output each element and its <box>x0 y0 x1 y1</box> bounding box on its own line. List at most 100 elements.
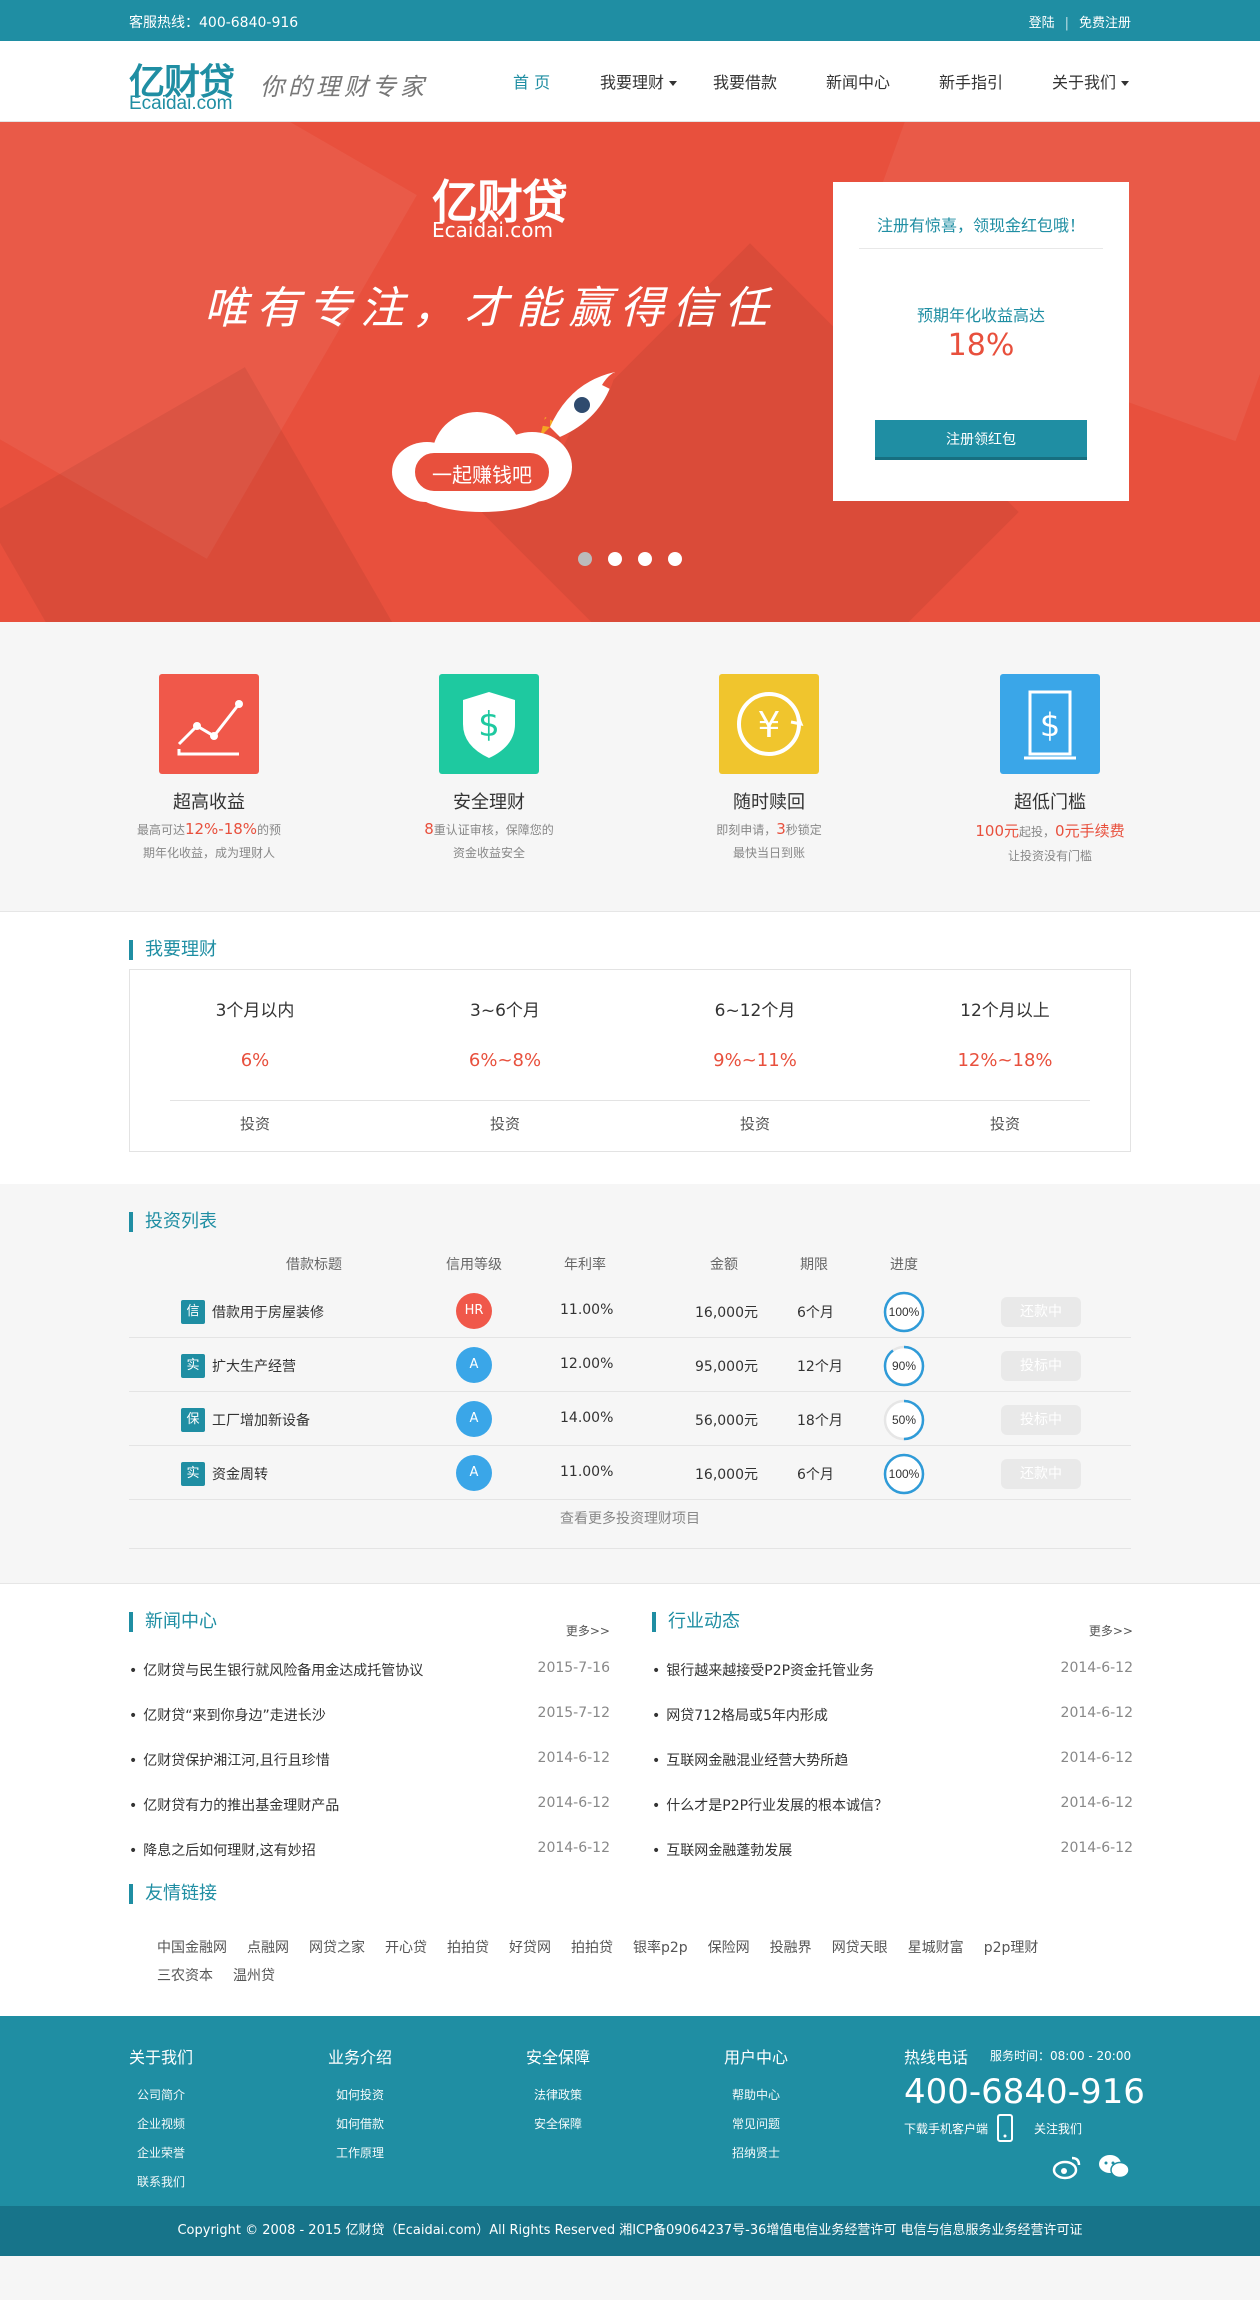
weibo-icon[interactable] <box>1052 2154 1082 2180</box>
invest-link[interactable]: 投资 <box>880 1113 1130 1134</box>
footer-link[interactable]: 如何借款 <box>328 2115 392 2132</box>
more-link[interactable]: 更多>> <box>566 1622 610 1639</box>
feature-desc-2: 最快当日到账 <box>732 846 805 860</box>
carousel-dot[interactable] <box>668 552 682 566</box>
table-row[interactable]: 信借款用于房屋装修 HR 11.00% 16,000元 6个月 100% 还款中 <box>129 1284 1131 1338</box>
loan-title[interactable]: 借款用于房屋装修 <box>212 1302 324 1322</box>
news-item[interactable]: • 什么才是P2P行业发展的根本诚信？ 2014-6-12 <box>652 1795 1133 1815</box>
footer-link[interactable]: 法律政策 <box>526 2086 590 2103</box>
news-item[interactable]: • 亿财贷“来到你身边”走进长沙 2015-7-12 <box>129 1705 610 1725</box>
footer-link[interactable]: 常见问题 <box>724 2115 788 2132</box>
table-row[interactable]: 保工厂增加新设备 A 14.00% 56,000元 18个月 50% 投标中 <box>129 1392 1131 1446</box>
news-title[interactable]: 网贷712格局或5年内形成 <box>666 1708 828 1724</box>
footer-link[interactable]: 安全保障 <box>526 2115 590 2132</box>
friend-link[interactable]: 拍拍贷 <box>571 1934 613 1962</box>
carousel-dot[interactable] <box>638 552 652 566</box>
footer-link[interactable]: 工作原理 <box>328 2144 392 2161</box>
loan-status-button[interactable]: 还款中 <box>1001 1459 1081 1489</box>
col-header-rate: 年利率 <box>564 1257 606 1273</box>
news-title[interactable]: 亿财贷“来到你身边”走进长沙 <box>143 1708 326 1724</box>
loan-rate: 14.00% <box>560 1410 614 1426</box>
loan-type-badge: 信 <box>181 1300 205 1324</box>
loan-title[interactable]: 扩大生产经营 <box>212 1356 296 1376</box>
product-rate: 9%~11% <box>713 1050 797 1071</box>
app-download-link[interactable]: 下载手机客户端 <box>904 2120 988 2137</box>
earn-money-button[interactable]: 一起赚钱吧 <box>412 450 552 494</box>
footer-link[interactable]: 联系我们 <box>129 2173 193 2190</box>
news-title[interactable]: 互联网金融蓬勃发展 <box>666 1843 792 1859</box>
yen-coin-icon: ¥ <box>719 674 819 774</box>
loan-amount: 16,000元 <box>695 1305 758 1321</box>
table-row[interactable]: 实扩大生产经营 A 12.00% 95,000元 12个月 90% 投标中 <box>129 1338 1131 1392</box>
invest-link[interactable]: 投资 <box>380 1113 630 1134</box>
loan-amount: 95,000元 <box>695 1359 758 1375</box>
friend-link[interactable]: 星城财富 <box>908 1934 964 1962</box>
friend-link[interactable]: 网贷天眼 <box>832 1934 888 1962</box>
loan-title[interactable]: 资金周转 <box>212 1464 268 1484</box>
nav-guide[interactable]: 新手指引 <box>939 69 1003 93</box>
nav-about[interactable]: 关于我们 <box>1052 69 1130 93</box>
footer-link[interactable]: 公司简介 <box>129 2086 193 2103</box>
register-bonus-button[interactable]: 注册领红包 <box>875 420 1087 460</box>
credit-badge: A <box>456 1455 492 1491</box>
news-title[interactable]: 亿财贷与民生银行就风险备用金达成托管协议 <box>143 1663 423 1679</box>
news-item[interactable]: • 亿财贷保护湘江河,且行且珍惜 2014-6-12 <box>129 1750 610 1770</box>
loan-status-button[interactable]: 还款中 <box>1001 1297 1081 1327</box>
more-link[interactable]: 更多>> <box>1089 1622 1133 1639</box>
hotline-title: 热线电话 <box>904 2048 969 2067</box>
friend-link[interactable]: 中国金融网 <box>157 1934 227 1962</box>
mobile-phone-icon[interactable] <box>996 2114 1014 2142</box>
loan-status-button[interactable]: 投标中 <box>1001 1405 1081 1435</box>
nav-news[interactable]: 新闻中心 <box>826 69 890 93</box>
news-item[interactable]: • 网贷712格局或5年内形成 2014-6-12 <box>652 1705 1133 1725</box>
news-item[interactable]: • 银行越来越接受P2P资金托管业务 2014-6-12 <box>652 1660 1133 1680</box>
friend-link[interactable]: 温州贷 <box>233 1962 275 1990</box>
logo-domain[interactable]: Ecaidai.com <box>129 93 233 115</box>
friend-link[interactable]: 保险网 <box>708 1934 750 1962</box>
register-link[interactable]: 免费注册 <box>1079 12 1131 31</box>
friend-link[interactable]: 网贷之家 <box>309 1934 365 1962</box>
wechat-icon[interactable] <box>1098 2154 1130 2180</box>
invest-link[interactable]: 投资 <box>630 1113 880 1134</box>
news-title[interactable]: 银行越来越接受P2P资金托管业务 <box>666 1663 874 1679</box>
friend-link[interactable]: 拍拍贷 <box>447 1934 489 1962</box>
friend-link[interactable]: 投融界 <box>770 1934 812 1962</box>
loan-status-button[interactable]: 投标中 <box>1001 1351 1081 1381</box>
news-item[interactable]: • 降息之后如何理财,这有妙招 2014-6-12 <box>129 1840 610 1860</box>
news-item[interactable]: • 互联网金融混业经营大势所趋 2014-6-12 <box>652 1750 1133 1770</box>
login-link[interactable]: 登陆 <box>1029 12 1055 31</box>
table-row[interactable]: 实资金周转 A 11.00% 16,000元 6个月 100% 还款中 <box>129 1446 1131 1500</box>
nav-borrow[interactable]: 我要借款 <box>713 69 777 93</box>
news-item[interactable]: • 互联网金融蓬勃发展 2014-6-12 <box>652 1840 1133 1860</box>
friend-link[interactable]: 点融网 <box>247 1934 289 1962</box>
friend-link[interactable]: p2p理财 <box>984 1934 1039 1962</box>
news-item[interactable]: • 亿财贷有力的推出基金理财产品 2014-6-12 <box>129 1795 610 1815</box>
footer-link[interactable]: 企业荣誉 <box>129 2144 193 2161</box>
progress-label: 100% <box>889 1467 920 1481</box>
friend-link[interactable]: 开心贷 <box>385 1934 427 1962</box>
news-title[interactable]: 降息之后如何理财,这有妙招 <box>143 1843 315 1859</box>
feature-desc-2: 让投资没有门槛 <box>1007 849 1092 863</box>
friend-link[interactable]: 三农资本 <box>157 1962 213 1990</box>
loan-title[interactable]: 工厂增加新设备 <box>212 1410 310 1430</box>
nav-home[interactable]: 首 页 <box>513 69 550 93</box>
news-title[interactable]: 亿财贷保护湘江河,且行且珍惜 <box>143 1753 329 1769</box>
footer-link[interactable]: 招纳贤士 <box>724 2144 788 2161</box>
news-item[interactable]: • 亿财贷与民生银行就风险备用金达成托管协议 2015-7-16 <box>129 1660 610 1680</box>
invest-link[interactable]: 投资 <box>130 1113 380 1134</box>
feature-low-entry: $ 超低门槛 100元起投，0元手续费 让投资没有门槛 <box>930 674 1170 864</box>
friend-link[interactable]: 银率p2p <box>633 1934 688 1962</box>
footer-link[interactable]: 帮助中心 <box>724 2086 788 2103</box>
footer-link[interactable]: 如何投资 <box>328 2086 392 2103</box>
news-title[interactable]: 什么才是P2P行业发展的根本诚信？ <box>666 1798 888 1814</box>
friend-link[interactable]: 好贷网 <box>509 1934 551 1962</box>
nav-invest[interactable]: 我要理财 <box>600 69 678 93</box>
news-date: 2014-6-12 <box>537 1840 610 1856</box>
loan-term: 6个月 <box>797 1467 834 1483</box>
carousel-dot[interactable] <box>608 552 622 566</box>
more-projects-link[interactable]: 查看更多投资理财项目 <box>129 1508 1131 1528</box>
news-title[interactable]: 互联网金融混业经营大势所趋 <box>666 1753 848 1769</box>
news-title[interactable]: 亿财贷有力的推出基金理财产品 <box>143 1798 339 1814</box>
carousel-dot[interactable] <box>578 552 592 566</box>
footer-link[interactable]: 企业视频 <box>129 2115 193 2132</box>
